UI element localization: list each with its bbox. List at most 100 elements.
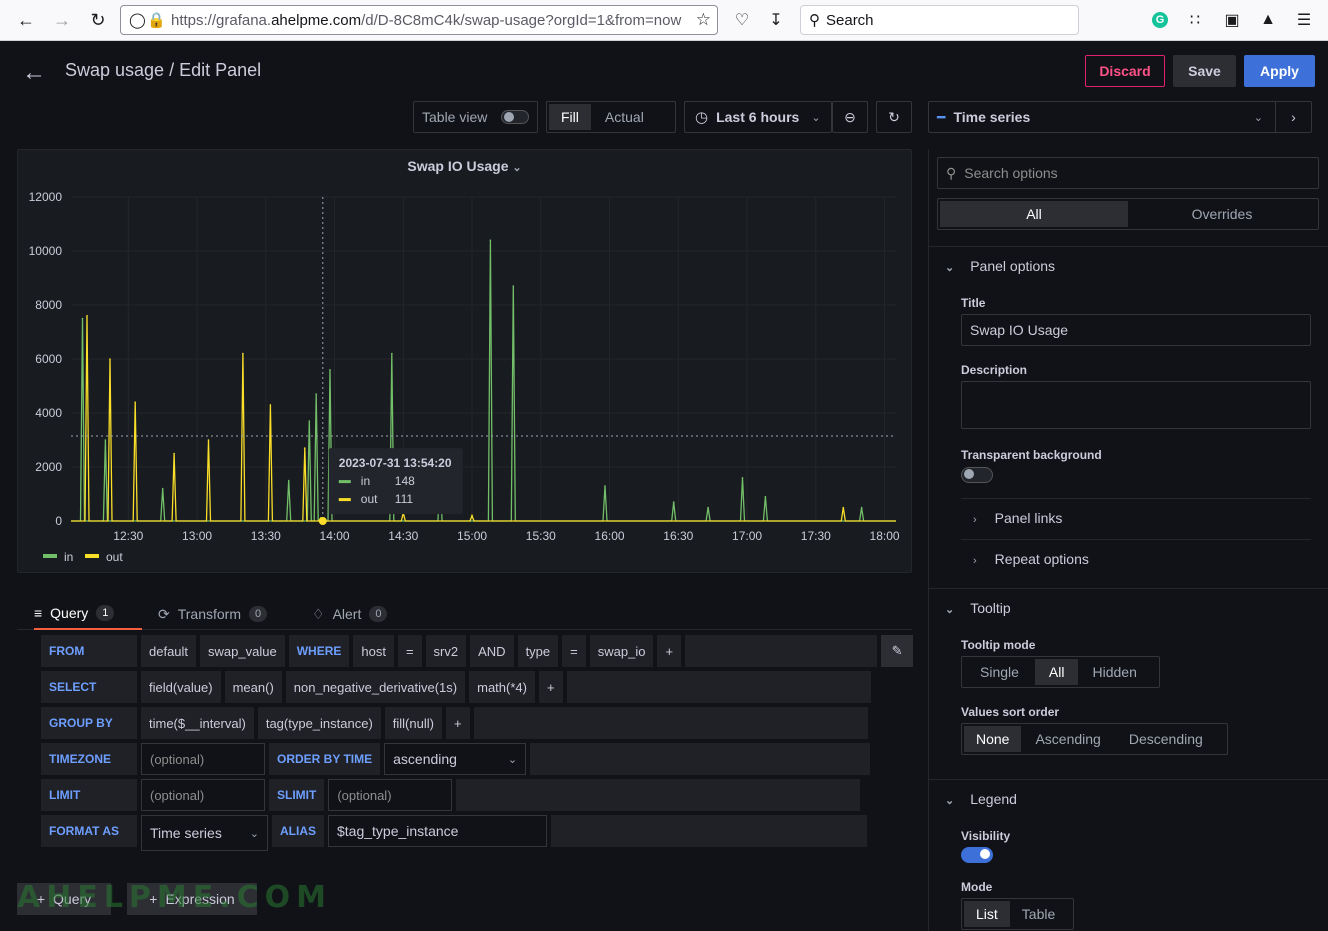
table-view-toggle[interactable]: Table view [413, 101, 538, 133]
tooltip-section[interactable]: ⌄ Tooltip [945, 600, 1011, 616]
download-icon[interactable]: ↧ [766, 10, 786, 30]
y-tick-label: 10000 [29, 244, 63, 258]
pocket-icon[interactable]: ♡ [732, 10, 752, 30]
transform-count-badge: 0 [249, 606, 268, 622]
alias-input[interactable]: $tag_type_instance [328, 815, 547, 847]
where-tag-type[interactable]: type [517, 635, 559, 667]
tab-alert-label: Alert [332, 606, 362, 622]
discard-button[interactable]: Discard [1085, 55, 1165, 87]
where-operator[interactable]: = [397, 635, 422, 667]
group-by-tag[interactable]: tag(type_instance) [257, 707, 381, 739]
x-tick-label: 13:00 [182, 529, 212, 543]
group-by-fill[interactable]: fill(null) [384, 707, 442, 739]
x-tick-label: 14:30 [388, 529, 418, 543]
browser-search-input[interactable]: ⚲ Search [800, 5, 1079, 35]
where-value-host[interactable]: srv2 [425, 635, 467, 667]
select-aggregation[interactable]: mean() [224, 671, 282, 703]
tab-overrides[interactable]: Overrides [1128, 201, 1316, 227]
where-value-type[interactable]: swap_io [589, 635, 654, 667]
tab-query[interactable]: ≡ Query 1 [34, 598, 142, 630]
fill-option[interactable]: Fill [549, 104, 591, 130]
tooltip-mode-hidden[interactable]: Hidden [1078, 659, 1156, 685]
order-by-value: ascending [393, 751, 457, 767]
order-by-select[interactable]: ascending ⌄ [384, 743, 527, 775]
from-measurement[interactable]: swap_value [200, 635, 285, 667]
add-select-button[interactable]: + [538, 671, 563, 703]
legend-label-out: out [106, 550, 123, 564]
select-transform[interactable]: non_negative_derivative(1s) [285, 671, 466, 703]
description-textarea[interactable] [961, 381, 1311, 429]
group-by-row: GROUP BY time($__interval) tag(type_inst… [41, 707, 872, 739]
extension-icon[interactable]: ∷ [1185, 10, 1205, 30]
screenshot-icon[interactable]: ▣ [1222, 10, 1242, 30]
repeat-options-section[interactable]: › Repeat options [973, 551, 1089, 567]
actual-option[interactable]: Actual [591, 109, 658, 125]
data-point-in [672, 501, 675, 503]
title-input[interactable]: Swap IO Usage [961, 314, 1311, 346]
sort-none[interactable]: None [964, 726, 1022, 752]
reload-icon[interactable]: ↻ [84, 6, 112, 34]
where-condition[interactable]: AND [470, 635, 514, 667]
tab-transform[interactable]: ⟳ Transform 0 [158, 598, 268, 630]
sort-ascending[interactable]: Ascending [1021, 726, 1114, 752]
table-view-switch[interactable] [501, 110, 530, 124]
refresh-button[interactable]: ↻ [876, 101, 912, 133]
panel-options-section[interactable]: ⌄ Panel options [945, 258, 1055, 274]
forward-icon[interactable]: → [48, 6, 76, 34]
row-filler [473, 707, 868, 739]
back-icon[interactable]: ← [12, 6, 40, 34]
extensions-puzzle-icon[interactable]: ▲ [1258, 10, 1278, 30]
collapse-options-icon[interactable]: › [1275, 102, 1311, 132]
format-row: FORMAT AS Time series ⌄ ALIAS $tag_type_i… [41, 815, 871, 851]
tab-alert[interactable]: ♢ Alert 0 [312, 598, 388, 630]
slimit-input[interactable]: (optional) [328, 779, 453, 811]
query-count-badge: 1 [96, 605, 115, 621]
panel-links-section[interactable]: › Panel links [973, 510, 1062, 526]
edit-raw-query-icon[interactable]: ✎ [881, 635, 914, 667]
y-tick-label: 0 [55, 514, 62, 528]
x-tick-label: 12:30 [113, 529, 143, 543]
transparent-background-switch[interactable] [961, 467, 993, 483]
add-where-button[interactable]: + [657, 635, 682, 667]
hover-point [318, 517, 327, 525]
timezone-input[interactable]: (optional) [141, 743, 265, 775]
visualization-picker[interactable]: ━ Time series ⌄ › [928, 101, 1312, 133]
from-row: FROM default swap_value WHERE host = srv… [41, 635, 917, 667]
limit-input[interactable]: (optional) [141, 779, 265, 811]
select-field[interactable]: field(value) [141, 671, 221, 703]
search-options-input[interactable]: ⚲ Search options [937, 157, 1319, 189]
repeat-options-heading: Repeat options [994, 551, 1089, 567]
bookmark-star-icon[interactable]: ☆ [696, 10, 711, 30]
add-group-by-button[interactable]: + [445, 707, 470, 739]
apply-button[interactable]: Apply [1244, 55, 1315, 87]
group-by-time[interactable]: time($__interval) [141, 707, 254, 739]
search-icon: ⚲ [946, 164, 957, 181]
data-point-out [173, 452, 175, 455]
back-arrow-icon[interactable]: ← [22, 59, 46, 87]
format-as-select[interactable]: Time series ⌄ [141, 815, 268, 851]
where-tag-host[interactable]: host [353, 635, 394, 667]
save-button[interactable]: Save [1173, 55, 1236, 87]
sort-descending[interactable]: Descending [1115, 726, 1225, 752]
data-point-in [707, 506, 709, 509]
legend-visibility-switch[interactable] [961, 847, 993, 863]
tab-all[interactable]: All [940, 201, 1128, 227]
legend-mode-table[interactable]: Table [1010, 901, 1071, 927]
time-series-chart[interactable]: 0 2000 4000 6000 8000 10000 12000 12:30 13:00 13:… [18, 150, 913, 574]
where-keyword: WHERE [288, 635, 350, 667]
legend-section[interactable]: ⌄ Legend [945, 791, 1017, 807]
zoom-out-button[interactable]: ⊖ [832, 101, 868, 133]
legend-heading: Legend [970, 791, 1017, 807]
slimit-keyword: SLIMIT [269, 779, 325, 811]
menu-icon[interactable]: ☰ [1294, 10, 1314, 30]
where-operator[interactable]: = [562, 635, 586, 667]
tooltip-mode-all[interactable]: All [1034, 659, 1079, 685]
time-picker[interactable]: ◷ Last 6 hours ⌄ [684, 101, 832, 133]
select-math[interactable]: math(*4) [469, 671, 535, 703]
grammarly-icon[interactable]: G [1150, 10, 1170, 30]
tooltip-mode-single[interactable]: Single [964, 659, 1035, 685]
url-bar[interactable]: ◯ 🔒 https://grafana.ahelpme.com/d/D-8C8m… [120, 5, 718, 35]
divider [928, 779, 1328, 780]
from-policy[interactable]: default [141, 635, 197, 667]
legend-mode-list[interactable]: List [964, 901, 1010, 927]
